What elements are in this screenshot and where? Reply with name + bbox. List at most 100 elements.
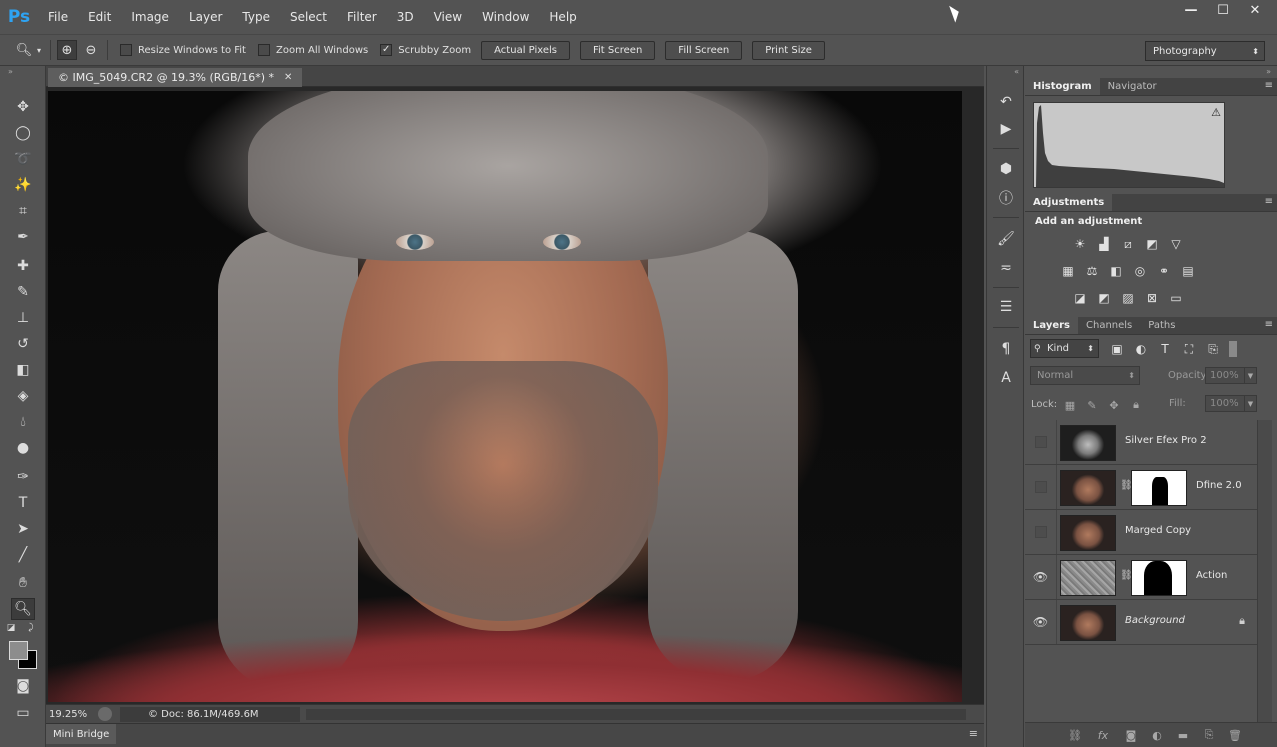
tab-adjustments[interactable]: Adjustments — [1025, 194, 1113, 211]
clone-stamp-tool-icon[interactable]: ⊥ — [11, 307, 35, 329]
curves-icon[interactable]: ⧄ — [1119, 236, 1137, 252]
menu-filter[interactable]: Filter — [337, 0, 387, 34]
menu-image[interactable]: Image — [121, 0, 179, 34]
dodge-tool-icon[interactable]: ● — [11, 437, 35, 459]
menu-type[interactable]: Type — [232, 0, 280, 34]
tool-preset-picker[interactable]: 🔍︎ ▾ — [14, 40, 44, 60]
eyedropper-tool-icon[interactable]: ✒ — [11, 226, 35, 248]
layer-row[interactable]: ⛓ Dfine 2.0 — [1025, 465, 1257, 510]
trash-icon[interactable]: 🗑︎ — [1227, 728, 1243, 742]
menu-view[interactable]: View — [424, 0, 472, 34]
layer-filter-select[interactable]: ⚲ Kind ⬍ — [1030, 339, 1099, 358]
close-tab-icon[interactable]: ✕ — [284, 72, 292, 83]
visibility-toggle[interactable] — [1025, 465, 1057, 509]
lock-image-icon[interactable]: ✎ — [1085, 398, 1099, 412]
color-balance-icon[interactable]: ⚖ — [1083, 263, 1101, 279]
crop-tool-icon[interactable]: ⌗ — [11, 200, 35, 222]
3d-panel-icon[interactable]: ⬢ — [995, 158, 1017, 180]
foreground-color-swatch[interactable] — [9, 641, 28, 660]
hand-tool-icon[interactable]: ✋︎ — [11, 572, 35, 594]
brush-tool-icon[interactable]: ✎ — [11, 281, 35, 303]
lasso-tool-icon[interactable]: ➰ — [11, 148, 35, 170]
zoom-in-icon[interactable]: ⊕ — [57, 40, 77, 60]
default-colors-icon[interactable]: ◪ — [4, 622, 18, 634]
brush-panel-icon[interactable]: 🖌︎ — [995, 228, 1017, 250]
document-tab[interactable]: © IMG_5049.CR2 @ 19.3% (RGB/16*) * ✕ — [48, 68, 303, 87]
eraser-tool-icon[interactable]: ◧ — [11, 359, 35, 381]
lock-all-icon[interactable]: 🔒︎ — [1129, 398, 1143, 412]
filter-toggle-icon[interactable] — [1229, 341, 1237, 357]
new-adjustment-layer-icon[interactable]: ◐ — [1149, 728, 1165, 742]
panel-menu-icon[interactable]: ≡ — [1265, 80, 1273, 91]
character-panel-icon[interactable]: A — [995, 367, 1017, 389]
mini-bridge-tab[interactable]: Mini Bridge — [46, 724, 117, 744]
fit-screen-button[interactable]: Fit Screen — [580, 40, 656, 60]
brightness-contrast-icon[interactable]: ☀ — [1071, 236, 1089, 252]
selective-color-icon[interactable]: ⊠ — [1143, 290, 1161, 306]
tab-navigator[interactable]: Navigator — [1100, 78, 1165, 95]
pen-tool-icon[interactable]: ✑ — [11, 466, 35, 488]
layer-row[interactable]: 👁︎ ⛓ Action — [1025, 555, 1257, 600]
collapse-arrows-icon[interactable]: » — [1025, 66, 1277, 78]
paragraph-panel-icon[interactable]: ¶ — [995, 338, 1017, 360]
pixel-layer-filter-icon[interactable]: ▣ — [1109, 341, 1125, 357]
menu-3d[interactable]: 3D — [387, 0, 424, 34]
vibrance-icon[interactable]: ▽ — [1167, 236, 1185, 252]
hue-saturation-icon[interactable]: ▦ — [1059, 263, 1077, 279]
menu-edit[interactable]: Edit — [78, 0, 121, 34]
status-info-icon[interactable] — [98, 707, 112, 721]
visibility-toggle[interactable]: 👁︎ — [1025, 600, 1057, 644]
opacity-field[interactable]: 100% — [1205, 367, 1247, 384]
resize-windows-checkbox[interactable] — [120, 44, 132, 56]
panel-menu-icon[interactable]: ≡ — [1265, 196, 1273, 207]
menu-help[interactable]: Help — [539, 0, 586, 34]
menu-file[interactable]: File — [38, 0, 78, 34]
levels-icon[interactable]: ▟ — [1095, 236, 1113, 252]
actual-pixels-button[interactable]: Actual Pixels — [481, 40, 570, 60]
new-group-icon[interactable]: ▬ — [1175, 728, 1191, 742]
invert-icon[interactable]: ◪ — [1071, 290, 1089, 306]
blur-tool-icon[interactable]: 💧︎ — [11, 411, 35, 433]
close-button[interactable]: ✕ — [1239, 0, 1271, 20]
menu-window[interactable]: Window — [472, 0, 539, 34]
lock-transparent-icon[interactable]: ▦ — [1063, 398, 1077, 412]
blend-mode-select[interactable]: Normal ⬍ — [1030, 366, 1140, 385]
link-layers-icon[interactable]: ⛓ — [1067, 728, 1083, 742]
layers-vertical-scrollbar[interactable] — [1257, 420, 1272, 726]
tab-histogram[interactable]: Histogram — [1025, 78, 1100, 95]
print-size-button[interactable]: Print Size — [752, 40, 825, 60]
scrubby-zoom-option[interactable]: ✓ Scrubby Zoom — [380, 44, 471, 56]
collapse-arrows-icon[interactable]: « — [987, 66, 1023, 78]
collapse-arrows-icon[interactable]: » — [0, 66, 45, 78]
path-selection-tool-icon[interactable]: ➤ — [11, 518, 35, 540]
gradient-map-icon[interactable]: ▭ — [1167, 290, 1185, 306]
posterize-icon[interactable]: ◩ — [1095, 290, 1113, 306]
visibility-toggle[interactable] — [1025, 510, 1057, 554]
channel-mixer-icon[interactable]: ⚭ — [1155, 263, 1173, 279]
workspace-select[interactable]: Photography ⬍ — [1145, 41, 1265, 61]
chevron-down-icon[interactable]: ▼ — [1244, 367, 1257, 384]
history-brush-tool-icon[interactable]: ↺ — [11, 333, 35, 355]
chevron-down-icon[interactable]: ▼ — [1244, 395, 1257, 412]
layer-mask-thumbnail[interactable] — [1131, 560, 1187, 596]
zoom-out-icon[interactable]: ⊖ — [81, 40, 101, 60]
brush-presets-icon[interactable]: ≂ — [995, 257, 1017, 279]
menu-layer[interactable]: Layer — [179, 0, 232, 34]
type-layer-filter-icon[interactable]: T — [1157, 341, 1173, 357]
shape-layer-filter-icon[interactable]: ⛶ — [1181, 341, 1197, 357]
history-panel-icon[interactable]: ↶ — [995, 91, 1017, 113]
type-tool-icon[interactable]: T — [11, 492, 35, 514]
tab-channels[interactable]: Channels — [1078, 317, 1140, 334]
black-white-icon[interactable]: ◧ — [1107, 263, 1125, 279]
layer-row[interactable]: Silver Efex Pro 2 — [1025, 420, 1257, 465]
healing-brush-tool-icon[interactable]: ✚ — [11, 255, 35, 277]
add-mask-icon[interactable]: ◙ — [1123, 728, 1139, 742]
swap-colors-icon[interactable]: ⤸ — [24, 622, 38, 634]
portrait-photo[interactable] — [48, 91, 962, 702]
adjustment-layer-filter-icon[interactable]: ◐ — [1133, 341, 1149, 357]
visibility-toggle[interactable]: 👁︎ — [1025, 555, 1057, 599]
maximize-button[interactable]: ☐ — [1207, 0, 1239, 20]
menu-select[interactable]: Select — [280, 0, 337, 34]
fx-icon[interactable]: fx — [1095, 728, 1111, 742]
line-tool-icon[interactable]: ╱ — [11, 544, 35, 566]
